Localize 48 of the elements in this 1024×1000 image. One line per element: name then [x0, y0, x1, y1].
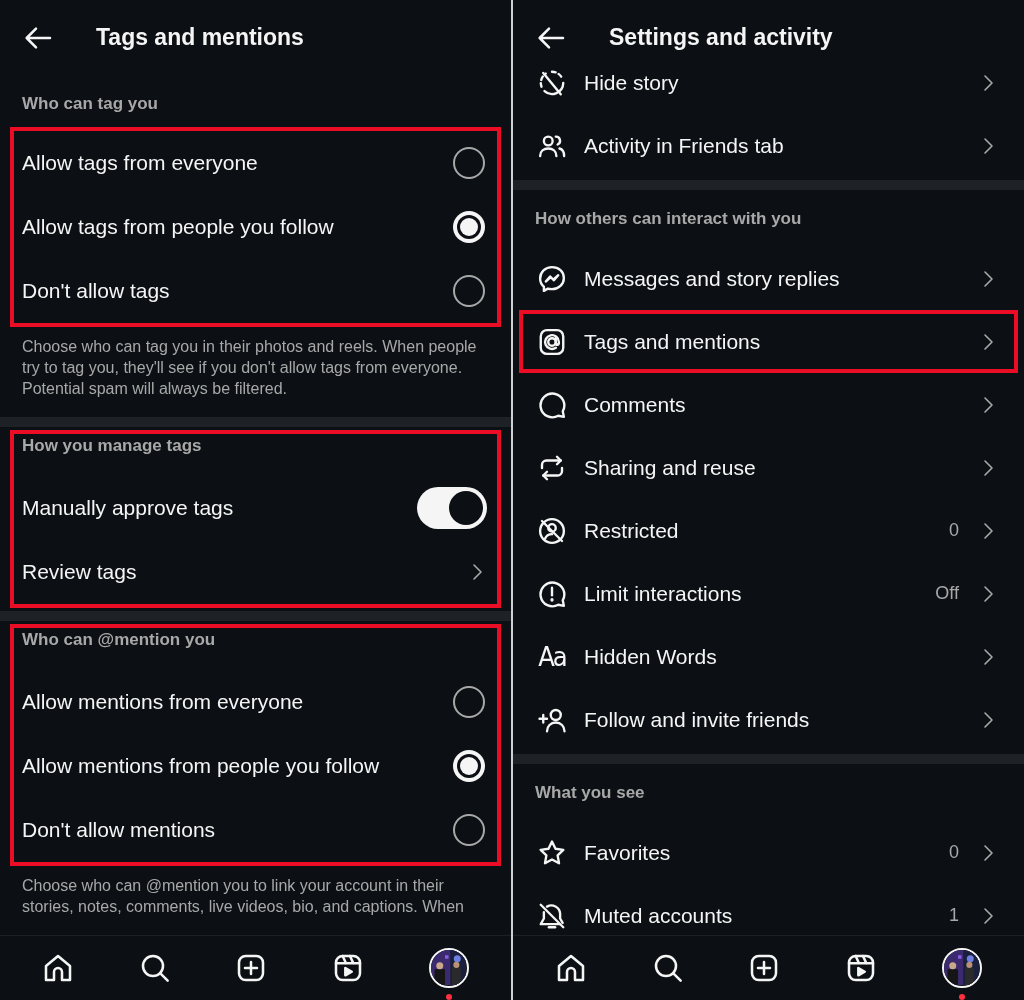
screen-title: Settings and activity	[609, 24, 833, 51]
at-sign-icon	[537, 326, 567, 357]
row-value: Off	[935, 583, 959, 604]
menu-label[interactable]: Manually approve tags	[22, 496, 400, 520]
menu-label[interactable]: Review tags	[22, 560, 448, 584]
radio-button[interactable]	[453, 814, 485, 846]
alert-bubble-icon	[537, 578, 567, 609]
messenger-icon	[537, 263, 567, 294]
menu-label[interactable]: Don't allow mentions	[22, 818, 436, 842]
screen-title: Tags and mentions	[96, 24, 304, 51]
row-value: 0	[949, 842, 959, 863]
menu-label[interactable]: Allow tags from people you follow	[22, 215, 436, 239]
menu-label[interactable]: Restricted	[584, 518, 932, 543]
section-description: Choose who can @mention you to link your account in their stories, notes, comments, live videos, bio, and captions. When	[21, 876, 465, 917]
radio-button[interactable]	[453, 211, 485, 243]
comment-icon	[537, 389, 567, 420]
text-size-icon: Aa	[537, 641, 567, 672]
restricted-icon	[537, 515, 567, 546]
menu-label[interactable]: Favorites	[584, 840, 932, 865]
radio-button[interactable]	[453, 275, 485, 307]
menu-label[interactable]: Muted accounts	[584, 903, 932, 928]
section-heading: Who can @mention you	[21, 629, 217, 651]
radio-button[interactable]	[453, 147, 485, 179]
menu-label[interactable]: Follow and invite friends	[584, 707, 959, 732]
radio-button[interactable]	[453, 750, 485, 782]
section-heading: What you see	[534, 782, 646, 804]
menu-label[interactable]: Hide story	[584, 70, 959, 95]
profile-avatar[interactable]	[941, 948, 982, 988]
menu-label[interactable]: Allow tags from everyone	[22, 151, 436, 175]
menu-label[interactable]: Allow mentions from people you follow	[22, 754, 436, 778]
menu-label[interactable]: Allow mentions from everyone	[22, 690, 436, 714]
menu-label[interactable]: Messages and story replies	[584, 266, 959, 291]
menu-label[interactable]: Hidden Words	[584, 644, 959, 669]
toggle-switch[interactable]	[417, 487, 487, 529]
section-heading: How you manage tags	[21, 435, 203, 457]
menu-label[interactable]: Limit interactions	[584, 581, 919, 606]
profile-avatar[interactable]	[428, 948, 469, 988]
section-description: Choose who can tag you in their photos and reels. When people try to tag you, they'll see if you don't allow tags from everyone. Potential spam will always be filtered.	[21, 337, 478, 399]
menu-label[interactable]: Sharing and reuse	[584, 455, 959, 480]
menu-label[interactable]: Activity in Friends tab	[584, 133, 959, 158]
menu-label[interactable]: Tags and mentions	[584, 329, 959, 354]
row-value: 0	[949, 520, 959, 541]
row-value: 1	[949, 905, 959, 926]
radio-button[interactable]	[453, 686, 485, 718]
section-heading: Who can tag you	[21, 93, 159, 115]
menu-label[interactable]: Don't allow tags	[22, 279, 436, 303]
section-heading: How others can interact with you	[534, 208, 803, 230]
menu-label[interactable]: Comments	[584, 392, 959, 417]
